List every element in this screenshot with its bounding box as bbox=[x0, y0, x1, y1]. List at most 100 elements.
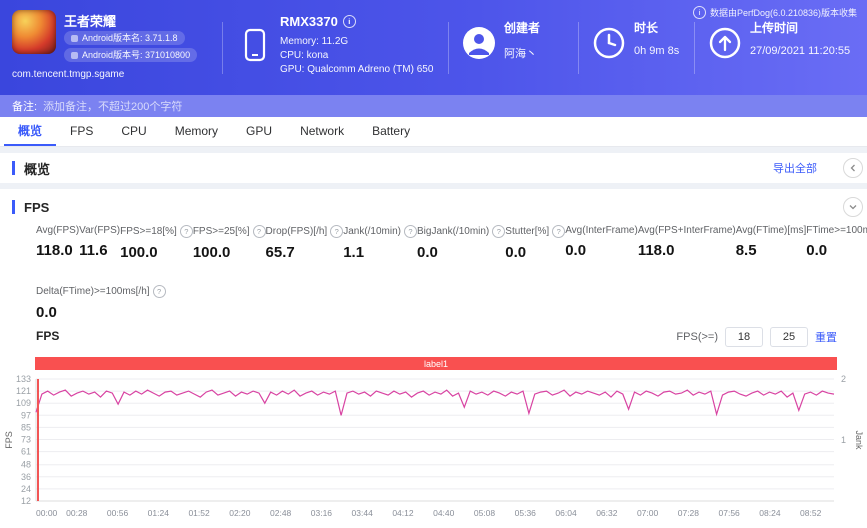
tab-GPU[interactable]: GPU bbox=[232, 117, 286, 146]
svg-text:00:28: 00:28 bbox=[66, 508, 88, 518]
export-all-link[interactable]: 导出全部 bbox=[773, 160, 817, 176]
metric-info-icon[interactable]: ? bbox=[330, 225, 344, 238]
metric-label: Var(FPS) bbox=[79, 225, 121, 236]
duration-label: 时长 bbox=[634, 21, 659, 35]
info-icon[interactable]: i bbox=[342, 15, 356, 28]
collapse-fps-button[interactable] bbox=[843, 197, 863, 217]
phone-icon bbox=[244, 28, 266, 62]
note-label: 备注: bbox=[12, 101, 38, 113]
svg-text:05:08: 05:08 bbox=[474, 508, 496, 518]
svg-text:121: 121 bbox=[16, 386, 31, 396]
chart-banner-label: label1 bbox=[423, 358, 449, 369]
metric-value: 0.0 bbox=[806, 242, 828, 259]
fps-threshold-input-1[interactable] bbox=[725, 327, 763, 347]
metric-value: 1.1 bbox=[343, 244, 365, 261]
svg-text:85: 85 bbox=[21, 422, 31, 432]
overview-section-header: 概览 导出全部 bbox=[0, 153, 867, 183]
app-version-code: Android版本号: 371010800 bbox=[64, 48, 198, 62]
divider bbox=[694, 22, 695, 74]
metric-label: BigJank(/10min)? bbox=[417, 225, 506, 238]
chart-banner: label1 bbox=[35, 357, 837, 370]
duration-value: 0h 9m 8s bbox=[634, 45, 680, 57]
metric-value: 100.0 bbox=[192, 244, 231, 261]
app-version-name: Android版本名: 3.71.1.8 bbox=[64, 31, 185, 45]
svg-text:02:48: 02:48 bbox=[270, 508, 292, 518]
metric-value: 65.7 bbox=[265, 244, 295, 261]
tab-Battery[interactable]: Battery bbox=[358, 117, 424, 146]
metric: Delta(FTime)>=100ms[/h]? 0.0 bbox=[36, 285, 166, 321]
fps-threshold-input-2[interactable] bbox=[770, 327, 808, 347]
metric-value: 118.0 bbox=[637, 242, 675, 259]
svg-text:04:40: 04:40 bbox=[433, 508, 455, 518]
metric-label: Delta(FTime)>=100ms[/h]? bbox=[36, 285, 166, 298]
metric-info-icon[interactable]: ? bbox=[179, 225, 193, 238]
svg-text:05:36: 05:36 bbox=[515, 508, 537, 518]
metric: FPS>=18[%]? 100.0 bbox=[120, 225, 193, 261]
divider bbox=[222, 22, 223, 74]
tab-概览[interactable]: 概览 bbox=[4, 117, 57, 146]
tab-Network[interactable]: Network bbox=[286, 117, 358, 146]
svg-text:61: 61 bbox=[21, 447, 31, 457]
metric-info-icon[interactable]: ? bbox=[404, 225, 418, 238]
metrics-row-2: Delta(FTime)>=100ms[/h]? 0.0 bbox=[36, 285, 839, 321]
metric-value: 118.0 bbox=[36, 242, 73, 259]
metric-info-icon[interactable]: ? bbox=[552, 225, 566, 238]
metric-label: Drop(FPS)[/h]? bbox=[266, 225, 344, 238]
metric-info-icon[interactable]: ? bbox=[152, 285, 166, 298]
svg-text:03:16: 03:16 bbox=[311, 508, 333, 518]
device-gpu: GPU: Qualcomm Adreno (TM) 650 bbox=[280, 64, 434, 75]
fps-threshold-label: FPS(>=) bbox=[676, 331, 718, 343]
metric: BigJank(/10min)? 0.0 bbox=[417, 225, 506, 261]
svg-text:02:20: 02:20 bbox=[229, 508, 251, 518]
svg-text:06:04: 06:04 bbox=[555, 508, 577, 518]
svg-text:24: 24 bbox=[21, 484, 31, 494]
svg-text:48: 48 bbox=[21, 460, 31, 470]
game-icon bbox=[12, 10, 56, 54]
svg-text:1: 1 bbox=[841, 435, 846, 445]
tab-Memory[interactable]: Memory bbox=[161, 117, 232, 146]
metric-info-icon[interactable]: ? bbox=[492, 225, 506, 238]
svg-text:FPS: FPS bbox=[4, 431, 14, 449]
metric: FPS>=25[%]? 100.0 bbox=[193, 225, 266, 261]
tag-icon bbox=[71, 34, 78, 42]
svg-text:08:24: 08:24 bbox=[759, 508, 781, 518]
metric: Var(FPS) 11.6 bbox=[79, 225, 120, 261]
svg-text:07:28: 07:28 bbox=[678, 508, 700, 518]
upload-time-icon bbox=[709, 27, 741, 59]
metric-info-icon[interactable]: ? bbox=[252, 225, 266, 238]
divider bbox=[448, 22, 449, 74]
metric: Avg(FPS+InterFrame) 118.0 bbox=[638, 225, 736, 261]
svg-text:2: 2 bbox=[841, 374, 846, 384]
tab-CPU[interactable]: CPU bbox=[107, 117, 160, 146]
svg-text:Jank: Jank bbox=[854, 430, 864, 450]
clock-icon bbox=[593, 27, 625, 59]
add-note-link[interactable]: 添加备注，不超过200个字符 bbox=[43, 98, 182, 114]
device-model: RMX3370 i bbox=[280, 14, 356, 29]
metric: Avg(FPS) 118.0 bbox=[36, 225, 79, 261]
fps-chart-svg[interactable]: 133 121 109 97 85 73 61 48 36 24 12 2 1 00:00 00:28 00:… bbox=[0, 373, 867, 525]
svg-text:12: 12 bbox=[21, 496, 31, 506]
metric-label: Jank(/10min)? bbox=[343, 225, 418, 238]
svg-text:07:00: 07:00 bbox=[637, 508, 659, 518]
metric: Jank(/10min)? 1.1 bbox=[343, 225, 418, 261]
creator-icon bbox=[463, 27, 495, 59]
upload-value: 27/09/2021 11:20:55 bbox=[750, 45, 851, 57]
metric-label: Avg(FPS) bbox=[36, 225, 80, 236]
metric-value: 100.0 bbox=[120, 244, 158, 261]
svg-text:00:00: 00:00 bbox=[36, 508, 58, 518]
tag-icon bbox=[71, 51, 78, 59]
svg-text:97: 97 bbox=[21, 410, 31, 420]
metric-value: 0.0 bbox=[565, 242, 587, 259]
metric-value: 0.0 bbox=[417, 244, 438, 261]
metric: Drop(FPS)[/h]? 65.7 bbox=[266, 225, 344, 261]
tab-FPS[interactable]: FPS bbox=[56, 117, 107, 146]
svg-text:08:52: 08:52 bbox=[800, 508, 822, 518]
metric-label: Avg(FTime)[ms] bbox=[735, 225, 807, 236]
metric-value: 11.6 bbox=[79, 242, 108, 259]
collapse-all-button[interactable] bbox=[843, 158, 863, 178]
metric-value: 0.0 bbox=[505, 244, 527, 261]
creator-label: 创建者 bbox=[504, 21, 541, 35]
collect-info: i 数据由PerfDog(6.0.210836)版本收集 bbox=[692, 6, 857, 19]
reset-link[interactable]: 重置 bbox=[815, 329, 837, 345]
tab-bar: 概览 FPS CPU Memory GPU Network Battery bbox=[0, 117, 867, 147]
